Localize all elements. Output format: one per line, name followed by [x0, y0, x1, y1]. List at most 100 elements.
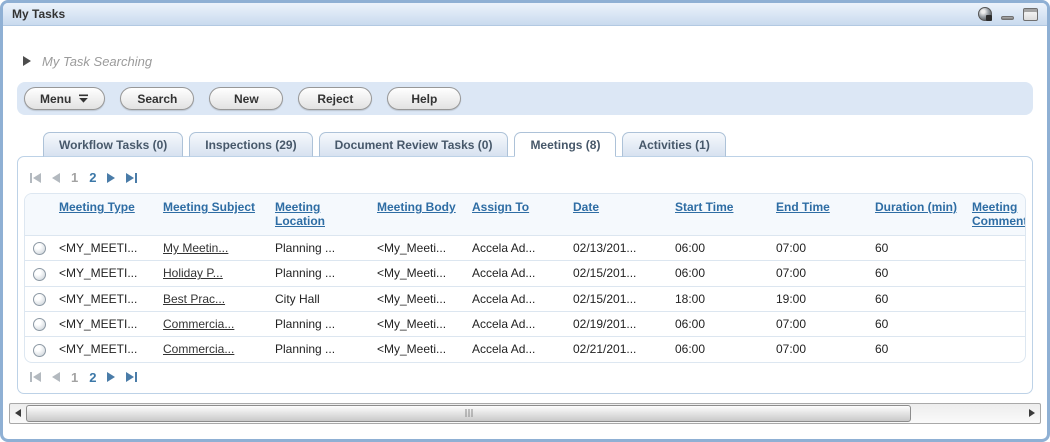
toolbar: Menu Search New Reject Help	[17, 82, 1033, 115]
date-cell: 02/15/201...	[569, 286, 671, 311]
row-select-radio[interactable]	[33, 344, 46, 357]
assign-to-cell: Accela Ad...	[468, 311, 569, 336]
sort-meeting-body[interactable]: Meeting Body	[377, 200, 456, 214]
last-page-icon[interactable]	[126, 372, 137, 382]
scrollbar-thumb[interactable]	[26, 405, 911, 422]
window-options-icon[interactable]	[978, 7, 992, 21]
meeting-location-cell: Planning ...	[271, 311, 373, 336]
table-row: <MY_MEETI... Commercia... Planning ... <…	[25, 311, 1026, 336]
prev-page-icon[interactable]	[52, 173, 60, 183]
meeting-subject-link[interactable]: Best Prac...	[163, 292, 225, 306]
meeting-body-cell: <My_Meeti...	[373, 286, 468, 311]
duration-cell: 60	[871, 261, 968, 286]
horizontal-scrollbar[interactable]	[9, 403, 1041, 424]
page-number-link-2[interactable]: 2	[89, 370, 96, 385]
end-time-cell: 07:00	[772, 236, 871, 261]
search-button[interactable]: Search	[120, 87, 194, 110]
comments-cell	[968, 337, 1026, 362]
help-button[interactable]: Help	[387, 87, 461, 110]
duration-cell: 60	[871, 337, 968, 362]
meeting-subject-link[interactable]: Holiday P...	[163, 266, 223, 280]
page-number-current: 1	[71, 170, 78, 185]
tab-inspections[interactable]: Inspections (29)	[189, 132, 312, 157]
first-page-icon[interactable]	[30, 372, 41, 382]
last-page-icon[interactable]	[126, 173, 137, 183]
date-cell: 02/15/201...	[569, 261, 671, 286]
tab-meetings[interactable]: Meetings (8)	[514, 132, 616, 157]
maximize-icon[interactable]	[1023, 8, 1038, 21]
meeting-type-cell: <MY_MEETI...	[55, 337, 159, 362]
table-row: <MY_MEETI... Holiday P... Planning ... <…	[25, 261, 1026, 286]
sort-start-time[interactable]: Start Time	[675, 200, 733, 214]
sort-assign-to[interactable]: Assign To	[472, 200, 529, 214]
pagination-top: 1 2	[21, 163, 1029, 193]
meeting-location-cell: City Hall	[271, 286, 373, 311]
next-page-icon[interactable]	[107, 173, 115, 183]
date-cell: 02/19/201...	[569, 311, 671, 336]
end-time-cell: 07:00	[772, 261, 871, 286]
tab-document-review-tasks[interactable]: Document Review Tasks (0)	[319, 132, 509, 157]
meeting-type-cell: <MY_MEETI...	[55, 261, 159, 286]
row-select-radio[interactable]	[33, 242, 46, 255]
scrollbar-grip-icon	[465, 409, 472, 417]
comments-cell	[968, 236, 1026, 261]
start-time-cell: 06:00	[671, 261, 772, 286]
first-page-icon[interactable]	[30, 173, 41, 183]
table-row: <MY_MEETI... Commercia... Planning ... <…	[25, 337, 1026, 362]
assign-to-cell: Accela Ad...	[468, 286, 569, 311]
window-controls	[978, 7, 1038, 21]
row-select-radio[interactable]	[33, 318, 46, 331]
meetings-table: Meeting Type Meeting Subject Meeting Loc…	[25, 194, 1026, 362]
scroll-left-icon[interactable]	[10, 404, 26, 423]
page-number-link-2[interactable]: 2	[89, 170, 96, 185]
duration-cell: 60	[871, 236, 968, 261]
assign-to-cell: Accela Ad...	[468, 337, 569, 362]
sort-meeting-comments[interactable]: Meeting Comments	[972, 200, 1026, 228]
meeting-subject-link[interactable]: Commercia...	[163, 342, 234, 356]
tab-activities[interactable]: Activities (1)	[622, 132, 725, 157]
sort-meeting-type[interactable]: Meeting Type	[59, 200, 135, 214]
sort-meeting-subject[interactable]: Meeting Subject	[163, 200, 255, 214]
meeting-type-cell: <MY_MEETI...	[55, 286, 159, 311]
task-search-label[interactable]: My Task Searching	[42, 54, 152, 69]
page-number-current: 1	[71, 370, 78, 385]
row-select-radio[interactable]	[33, 268, 46, 281]
tab-workflow-tasks[interactable]: Workflow Tasks (0)	[43, 132, 183, 157]
new-button[interactable]: New	[209, 87, 283, 110]
task-search-section: My Task Searching	[3, 26, 1047, 70]
expand-arrow-icon[interactable]	[23, 56, 31, 66]
prev-page-icon[interactable]	[52, 372, 60, 382]
assign-to-cell: Accela Ad...	[468, 261, 569, 286]
start-time-cell: 18:00	[671, 286, 772, 311]
comments-cell	[968, 286, 1026, 311]
table-header-row: Meeting Type Meeting Subject Meeting Loc…	[25, 194, 1026, 236]
next-page-icon[interactable]	[107, 372, 115, 382]
scroll-right-icon[interactable]	[1024, 404, 1040, 423]
row-select-radio[interactable]	[33, 293, 46, 306]
menu-dropdown-icon	[78, 94, 89, 103]
end-time-cell: 07:00	[772, 337, 871, 362]
meeting-subject-link[interactable]: Commercia...	[163, 317, 234, 331]
meeting-subject-link[interactable]: My Meetin...	[163, 241, 228, 255]
pagination-bottom: 1 2	[21, 363, 1029, 389]
meeting-location-cell: Planning ...	[271, 236, 373, 261]
table-row: <MY_MEETI... Best Prac... City Hall <My_…	[25, 286, 1026, 311]
sort-meeting-location[interactable]: Meeting Location	[275, 200, 325, 228]
menu-button[interactable]: Menu	[24, 87, 105, 110]
comments-cell	[968, 311, 1026, 336]
sort-date[interactable]: Date	[573, 200, 599, 214]
duration-cell: 60	[871, 311, 968, 336]
start-time-cell: 06:00	[671, 236, 772, 261]
menu-button-label: Menu	[40, 92, 71, 106]
meeting-location-cell: Planning ...	[271, 261, 373, 286]
date-cell: 02/21/201...	[569, 337, 671, 362]
reject-button[interactable]: Reject	[298, 87, 372, 110]
end-time-cell: 19:00	[772, 286, 871, 311]
sort-end-time[interactable]: End Time	[776, 200, 830, 214]
minimize-icon[interactable]	[1001, 16, 1014, 20]
title-bar: My Tasks	[3, 3, 1047, 26]
tab-strip: Workflow Tasks (0) Inspections (29) Docu…	[43, 132, 1047, 156]
window-title: My Tasks	[12, 7, 65, 21]
end-time-cell: 07:00	[772, 311, 871, 336]
sort-duration[interactable]: Duration (min)	[875, 200, 957, 214]
